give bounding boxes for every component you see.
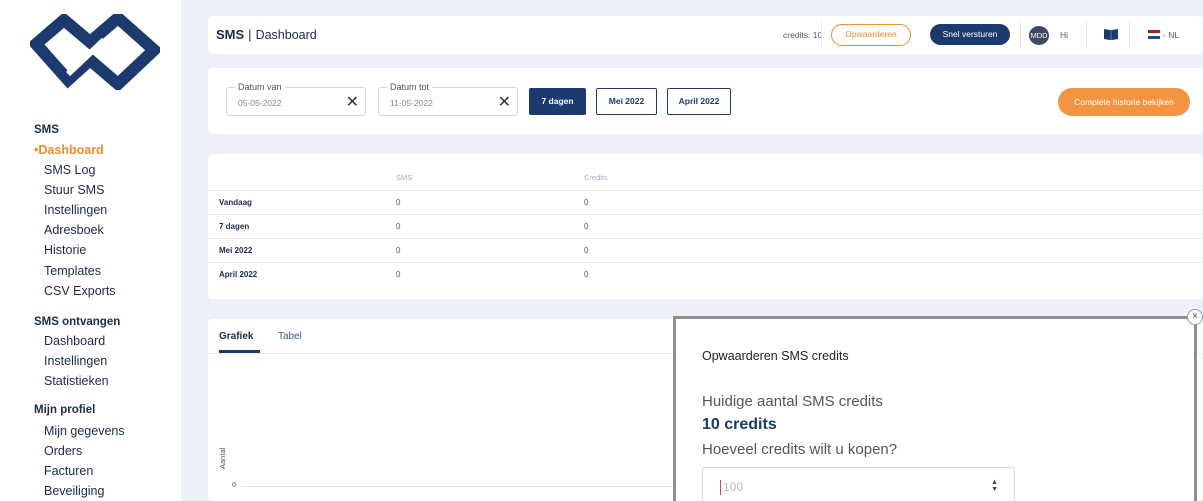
column-header-credits: Credits [584,173,608,183]
stats-table: SMS Credits Vandaag 0 0 7 dagen 0 0 Mei … [208,166,1203,286]
nav-orders[interactable]: Orders [44,444,82,458]
nav-adresboek[interactable]: Adresboek [44,223,104,237]
credits-amount-placeholder[interactable]: 100 [723,480,743,494]
sms-cell: 0 [396,189,584,214]
quick-send-button[interactable]: Snel versturen [930,24,1010,45]
close-icon[interactable]: × [1187,309,1203,325]
nav-facturen[interactable]: Facturen [44,464,93,478]
row-label: 7 dagen [208,213,396,238]
greeting-text[interactable]: Hi [1060,30,1068,40]
credits-cell: 0 [584,237,1203,262]
credits-text: credits: 10 [783,30,823,40]
nav-sms-dashboard[interactable]: Dashboard [34,143,103,157]
row-label: Mei 2022 [208,237,396,262]
breadcrumb: SMS | Dashboard [216,27,317,42]
topup-button[interactable]: Opwaarderen [831,24,911,46]
nav-sms-log[interactable]: SMS Log [44,163,95,177]
date-to-value[interactable]: 11-05-2022 [390,98,433,108]
current-credits-label: Huidige aantal SMS credits [702,393,883,410]
row-label: Vandaag [208,189,396,214]
sms-cell: 0 [396,213,584,238]
clear-date-to-icon[interactable]: ✕ [498,92,511,112]
nav-ontvangen-instellingen[interactable]: Instellingen [44,354,107,368]
avatar[interactable]: MDD [1029,26,1049,45]
period-7-days-button[interactable]: 7 dagen [529,88,586,115]
chart-baseline [241,486,701,487]
period-april-2022-button[interactable]: April 2022 [667,88,731,115]
sms-cell: 0 [396,237,584,262]
nav-instellingen[interactable]: Instellingen [44,203,107,217]
number-spinner-icon[interactable]: ▲ ▼ [991,479,998,493]
page-title: SMS [216,27,245,42]
modal-title: Opwaarderen SMS credits [702,349,849,363]
table-row: Vandaag 0 0 [208,189,1203,214]
date-filter-card: Datum van 05-05-2022 ✕ Datum tot 11-05-2… [208,68,1203,134]
nav-mijn-gegevens[interactable]: Mijn gegevens [44,424,125,438]
nav-section-mijn-profiel: Mijn profiel [34,404,96,416]
nav-ontvangen-statistieken[interactable]: Statistieken [44,374,109,388]
divider [821,22,822,48]
divider [1020,22,1021,48]
flag-nl-icon[interactable] [1148,30,1160,39]
clear-date-from-icon[interactable]: ✕ [346,92,359,112]
nav-csv-exports[interactable]: CSV Exports [44,284,116,298]
divider [1129,22,1130,48]
complete-history-button[interactable]: Complete historie bekijken [1058,88,1190,116]
date-to-label: Datum tot [387,82,433,92]
table-row: Mei 2022 0 0 [208,237,1203,262]
credits-question: Hoeveel credits wilt u kopen? [702,441,898,458]
date-from-label: Datum van [235,82,285,92]
nav-stuur-sms[interactable]: Stuur SMS [44,183,104,197]
row-label: April 2022 [208,261,396,286]
credits-cell: 0 [584,213,1203,238]
language-selector[interactable]: - NL [1163,30,1179,40]
table-row: April 2022 0 0 [208,261,1203,286]
nav-beveiliging[interactable]: Beveiliging [44,484,104,498]
nav-templates[interactable]: Templates [44,264,101,278]
y-axis-label: Aantal [218,447,227,469]
nav-ontvangen-dashboard[interactable]: Dashboard [44,334,105,348]
table-row: 7 dagen 0 0 [208,213,1203,238]
date-to-field[interactable]: Datum tot 11-05-2022 ✕ [378,82,518,116]
stats-table-card: SMS Credits Vandaag 0 0 7 dagen 0 0 Mei … [208,154,1203,299]
page-subtitle: Dashboard [255,28,317,42]
tab-tabel[interactable]: Tabel [278,331,302,342]
tab-grafiek[interactable]: Grafiek [219,331,253,342]
current-credits-value: 10 credits [702,416,777,433]
column-header-sms: SMS [396,173,413,183]
column-header [208,166,396,190]
text-caret [720,480,721,495]
credits-cell: 0 [584,189,1203,214]
logo-icon [30,14,160,90]
divider [1086,22,1087,48]
table-header-row: SMS Credits [208,166,1203,190]
topup-modal: Opwaarderen SMS credits Huidige aantal S… [673,316,1197,501]
sidebar: SMS Dashboard SMS Log Stuur SMS Instelli… [0,0,181,501]
date-from-field[interactable]: Datum van 05-05-2022 ✕ [226,82,366,116]
date-from-value[interactable]: 05-05-2022 [238,98,281,108]
credits-cell: 0 [584,261,1203,286]
nav-section-sms-ontvangen: SMS ontvangen [34,316,121,328]
top-bar: SMS | Dashboard credits: 10 Opwaarderen Sn… [208,16,1203,54]
nav-historie[interactable]: Historie [44,243,86,257]
sms-cell: 0 [396,261,584,286]
y-tick-label: 0 [232,482,236,489]
period-may-2022-button[interactable]: Mei 2022 [596,88,657,115]
book-icon[interactable] [1103,28,1119,41]
nav-section-sms: SMS [34,124,59,136]
credits-amount-input[interactable]: 100 ▲ ▼ [702,467,1015,501]
